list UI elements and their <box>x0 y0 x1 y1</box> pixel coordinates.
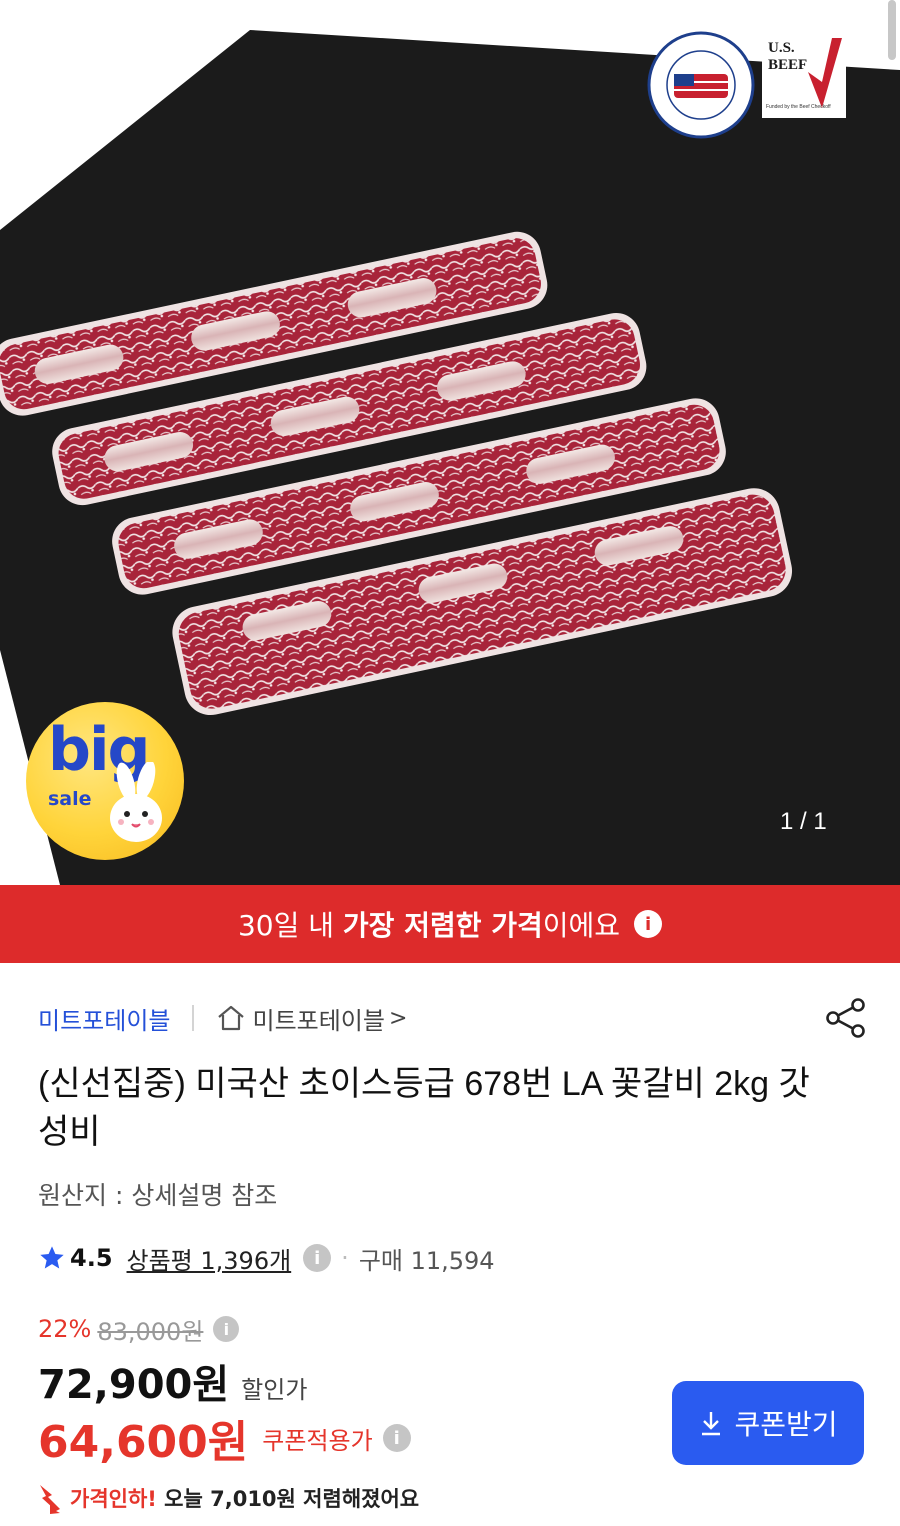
original-price: 83,000원 <box>97 1317 204 1346</box>
scrollbar[interactable] <box>888 0 896 60</box>
banner-text-prefix: 30일 내 <box>237 909 343 942</box>
rabbit-icon <box>110 762 162 842</box>
banner-text-highlight: 가장 저렴한 가격 <box>342 909 543 942</box>
usmeat-logo <box>647 31 755 139</box>
info-icon[interactable]: i <box>634 910 663 938</box>
rating-score: 4.5 <box>70 1244 113 1272</box>
coupon-price: 64,600원 <box>38 1417 249 1468</box>
coupon-price-row: 64,600원 쿠폰적용가 i <box>38 1408 411 1468</box>
get-coupon-label: 쿠폰받기 <box>734 1408 838 1441</box>
seller-name-link[interactable]: 미트포테이블 <box>38 1001 170 1036</box>
chevron-right-icon: > <box>388 1005 408 1031</box>
info-icon[interactable]: i <box>303 1244 332 1272</box>
product-image-carousel[interactable]: U.S. BEEF Funded by the Beef Checkoff bi… <box>0 0 900 885</box>
info-icon[interactable]: i <box>213 1316 240 1342</box>
info-icon[interactable]: i <box>382 1424 411 1452</box>
big-sale-sticker: big sale <box>26 702 184 860</box>
rating-row: 4.5 상품평 1,396개 i · 구매 11,594 <box>38 1240 495 1276</box>
purchase-count: 구매 11,594 <box>358 1246 495 1275</box>
reviews-link[interactable]: 상품평 1,396개 <box>127 1241 292 1276</box>
banner-text-suffix: 이에요 <box>542 909 621 942</box>
sale-price-row: 72,900원 할인가 <box>38 1352 308 1408</box>
product-origin: 원산지 : 상세설명 참조 <box>38 1181 278 1210</box>
price-drop-text: 오늘 7,010원 저렴해졌어요 <box>164 1487 420 1511</box>
get-coupon-button[interactable]: 쿠폰받기 <box>672 1381 864 1465</box>
usbeef-logo-subtext: Funded by the Beef Checkoff <box>766 104 831 110</box>
download-icon <box>702 1412 721 1436</box>
image-page-indicator: 1 / 1 <box>780 808 827 835</box>
divider <box>192 1005 195 1031</box>
price-drop-notice: 가격인하! 오늘 7,010원 저렴해졌어요 <box>36 1478 419 1518</box>
discount-percent: 22% <box>38 1315 92 1343</box>
sale-price: 72,900원 <box>38 1362 230 1408</box>
seller-row: 미트포테이블 미트포테이블 > <box>38 1000 407 1036</box>
store-link-label: 미트포테이블 <box>252 1006 385 1035</box>
store-link[interactable]: 미트포테이블 > <box>216 1001 407 1036</box>
sale-price-label: 할인가 <box>241 1376 308 1404</box>
product-title: (신선집중) 미국산 초이스등급 678번 LA 꽃갈비 2kg 갓성비 <box>38 1065 810 1151</box>
coupon-price-label: 쿠폰적용가 <box>262 1426 373 1455</box>
home-icon <box>218 1005 245 1031</box>
star-icon <box>40 1246 64 1269</box>
discount-row: 22% 83,000원 i <box>38 1313 240 1346</box>
usbeef-logo-text: U.S. BEEF <box>768 40 808 73</box>
share-icon[interactable] <box>824 996 868 1040</box>
lowest-price-banner[interactable]: 30일 내 가장 저렴한 가격 이에요 i <box>0 885 900 963</box>
price-down-arrow-icon <box>40 1485 60 1514</box>
price-drop-highlight: 가격인하! <box>70 1487 165 1511</box>
big-sale-sale-text: sale <box>48 788 92 810</box>
separator: · <box>341 1244 349 1272</box>
